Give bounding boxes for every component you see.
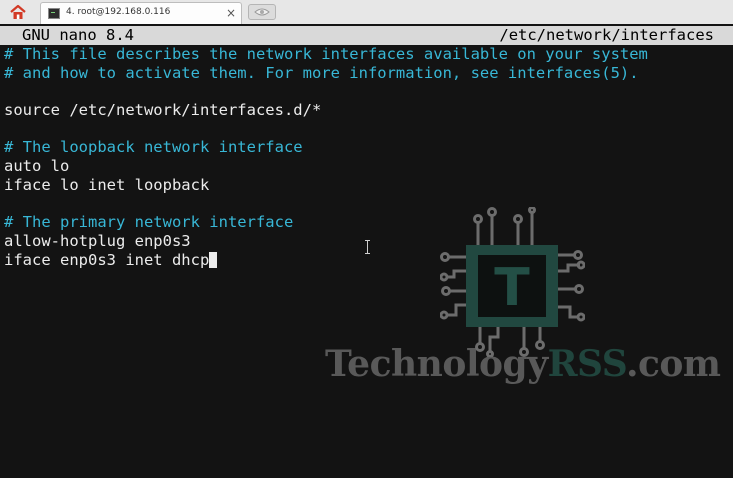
comment-line: # and how to activate them. For more inf… [4,64,648,83]
text-cursor-icon [365,240,370,254]
text-cursor [209,251,218,268]
home-icon [10,4,26,19]
line-text: # The primary network interface [4,213,294,232]
code-line: source /etc/network/interfaces.d/* [4,101,648,120]
line-text: auto lo [4,157,70,176]
nano-title-bar: GNU nano 8.4 /etc/network/interfaces [0,26,733,45]
watermark-chip-logo: T [440,207,585,357]
comment-line: # This file describes the network interf… [4,45,648,64]
watermark-text-part1: Technology [325,343,548,385]
code-line: iface lo inet loopback [4,176,648,195]
tab-bar: 4. root@192.168.0.116 × [0,0,733,25]
code-line: auto lo [4,157,648,176]
editor-name: GNU nano 8.4 [22,26,134,44]
comment-line: # The loopback network interface [4,138,648,157]
home-button[interactable] [3,2,33,22]
watermark-text-part2: RSS [547,343,627,385]
app-window: 4. root@192.168.0.116 × GNU nano 8.4 /et… [0,0,733,478]
terminal[interactable]: GNU nano 8.4 /etc/network/interfaces # T… [0,24,733,478]
new-tab-icon [254,8,270,16]
line-text: # The loopback network interface [4,138,303,157]
terminal-icon [48,8,60,19]
tab-session[interactable]: 4. root@192.168.0.116 × [40,2,242,24]
line-text: allow-hotplug enp0s3 [4,231,191,250]
line-text: iface enp0s3 inet dhcp [4,250,210,269]
close-icon[interactable]: × [225,6,237,20]
watermark-text: TechnologyRSS.com [325,343,721,385]
new-tab-button[interactable] [248,4,276,20]
line-text: iface lo inet loopback [4,175,210,194]
watermark-chip-letter: T [494,258,530,318]
tab-title: 4. root@192.168.0.116 [66,7,171,17]
watermark-text-part3: .com [625,343,721,385]
file-path: /etc/network/interfaces [499,26,714,44]
line-text: # and how to activate them. For more inf… [4,63,639,82]
line-text: # This file describes the network interf… [4,45,648,63]
line-text: source /etc/network/interfaces.d/* [4,101,322,120]
